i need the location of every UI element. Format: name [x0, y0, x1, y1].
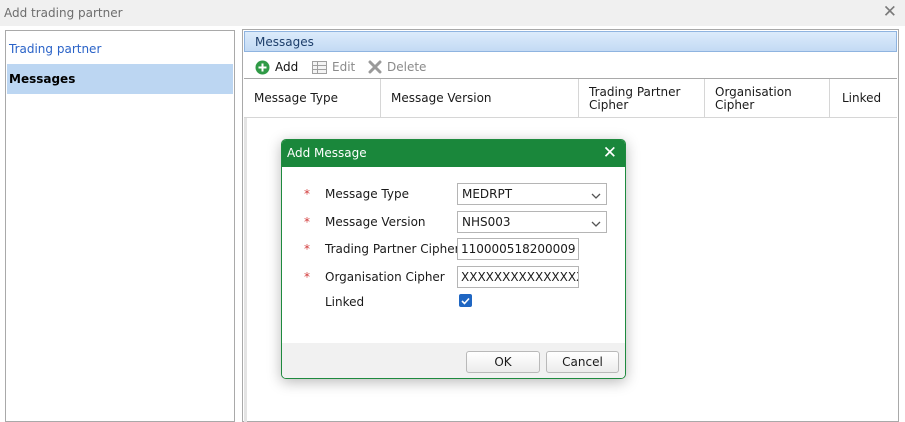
field-row-trading-partner-cipher: * Trading Partner Cipher 110000518200009 [282, 237, 625, 261]
dialog-title: Add Message [287, 146, 367, 160]
edit-button-label: Edit [332, 60, 356, 74]
field-row-linked: Linked [282, 290, 625, 314]
close-icon[interactable]: ✕ [883, 2, 897, 22]
grid-border [244, 118, 247, 422]
organisation-cipher-label: Organisation Cipher [325, 270, 445, 284]
trading-partner-cipher-input[interactable]: 110000518200009 [457, 238, 579, 260]
add-button[interactable]: Add [255, 57, 298, 77]
column-header-linked[interactable]: Linked [830, 79, 897, 118]
chevron-down-icon [591, 217, 601, 231]
message-version-label: Message Version [325, 215, 426, 229]
section-header: Messages [244, 31, 897, 52]
window-title: Add trading partner [4, 6, 123, 20]
required-marker: * [304, 242, 310, 256]
dialog-footer: OK Cancel [282, 343, 625, 378]
sidebar-item-messages[interactable]: Messages [7, 64, 233, 94]
check-icon [461, 297, 470, 305]
edit-button[interactable]: Edit [312, 57, 355, 77]
linked-label: Linked [325, 295, 365, 309]
organisation-cipher-input[interactable]: XXXXXXXXXXXXXXX [457, 266, 579, 288]
add-button-label: Add [275, 60, 299, 74]
column-header-message-version[interactable]: Message Version [381, 79, 579, 118]
window-titlebar: Add trading partner ✕ [0, 0, 905, 26]
grid-edit-icon [312, 60, 327, 74]
message-type-value: MEDRPT [462, 187, 513, 201]
column-header-trading-partner-cipher[interactable]: Trading Partner Cipher [579, 79, 705, 118]
column-header-organisation-cipher[interactable]: Organisation Cipher [705, 79, 830, 118]
field-row-message-version: * Message Version NHS003 [282, 210, 625, 234]
sidebar: Trading partner Messages [5, 30, 235, 422]
cancel-button[interactable]: Cancel [546, 351, 619, 373]
linked-checkbox[interactable] [459, 294, 472, 307]
chevron-down-icon [591, 189, 601, 203]
message-version-select[interactable]: NHS003 [457, 211, 607, 233]
add-circle-icon [255, 60, 270, 75]
sidebar-item-trading-partner[interactable]: Trading partner [7, 34, 233, 64]
ok-button[interactable]: OK [466, 351, 540, 373]
delete-button[interactable]: Delete [368, 57, 426, 77]
close-icon[interactable]: ✕ [603, 142, 617, 164]
column-header-message-type[interactable]: Message Type [244, 79, 381, 118]
message-version-value: NHS003 [462, 215, 511, 229]
message-type-select[interactable]: MEDRPT [457, 183, 607, 205]
dialog-titlebar: Add Message ✕ [282, 140, 625, 167]
required-marker: * [304, 187, 310, 201]
messages-grid-header: Message Type Message Version Trading Par… [244, 78, 897, 118]
required-marker: * [304, 215, 310, 229]
field-row-organisation-cipher: * Organisation Cipher XXXXXXXXXXXXXXX [282, 265, 625, 289]
required-marker: * [304, 270, 310, 284]
trading-partner-cipher-label: Trading Partner Cipher [325, 242, 460, 256]
message-type-label: Message Type [325, 187, 409, 201]
delete-x-icon [368, 60, 382, 74]
delete-button-label: Delete [387, 60, 427, 74]
add-message-dialog: Add Message ✕ * Message Type MEDRPT * Me… [281, 139, 626, 379]
field-row-message-type: * Message Type MEDRPT [282, 182, 625, 206]
